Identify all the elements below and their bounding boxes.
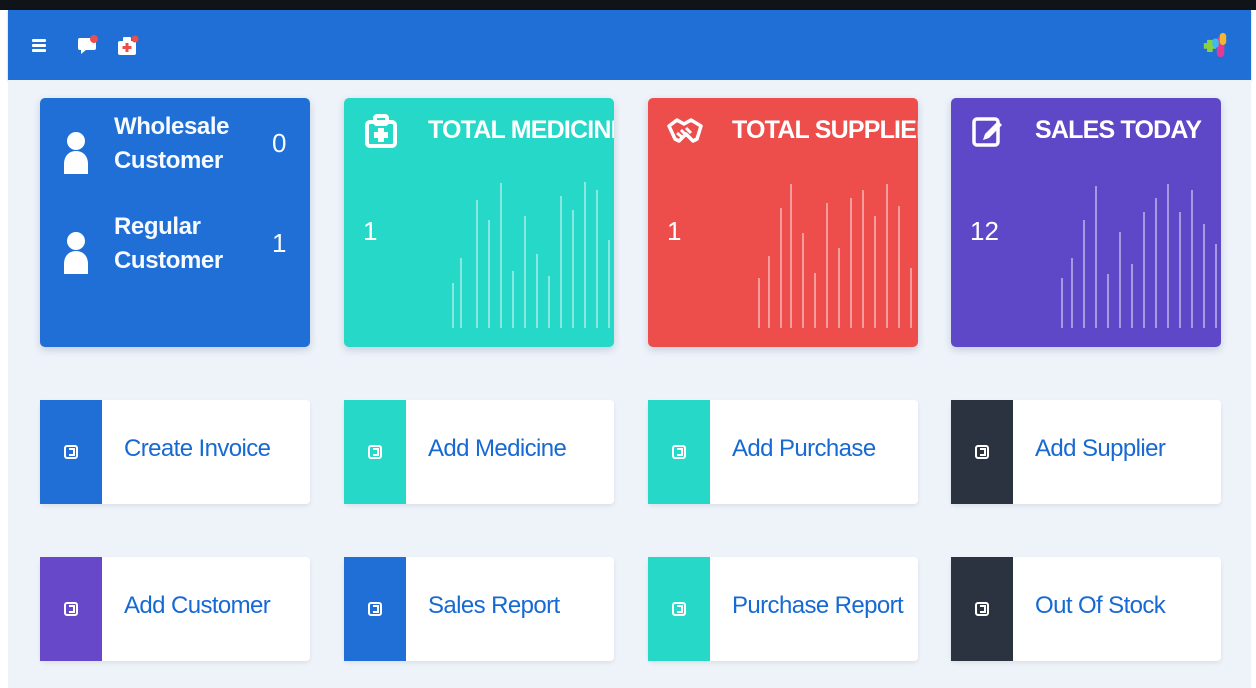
document-icon xyxy=(64,445,78,459)
first-aid-kit-icon[interactable] xyxy=(115,34,139,58)
out-of-stock-card[interactable]: Out Of Stock xyxy=(951,557,1221,661)
purchase-report-color-strip xyxy=(648,557,710,661)
user-icon xyxy=(64,232,88,274)
menu-icon[interactable] xyxy=(28,34,52,58)
top-navigation-bar xyxy=(8,10,1251,80)
add-purchase-label: Add Purchase xyxy=(732,435,876,462)
medical-brand-icon[interactable] xyxy=(1201,31,1229,59)
medicine-sparkline-bars xyxy=(452,182,610,328)
total-supplier-title: TOTAL SUPPLIER xyxy=(732,116,918,144)
add-medicine-label: Add Medicine xyxy=(428,435,567,462)
handshake-icon xyxy=(667,118,703,143)
document-icon xyxy=(368,445,382,459)
add-medicine-color-strip xyxy=(344,400,406,504)
regular-customer-count: 1 xyxy=(272,228,287,258)
chat-icon[interactable] xyxy=(76,34,100,58)
dashboard-content: Wholesale Customer 0 Regular Customer 1 … xyxy=(8,80,1251,688)
sales-today-title: SALES TODAY xyxy=(1035,116,1202,144)
add-purchase-color-strip xyxy=(648,400,710,504)
window-top-border xyxy=(0,0,1256,10)
wholesale-customer-row: Wholesale Customer 0 xyxy=(40,108,310,190)
add-customer-card[interactable]: Add Customer xyxy=(40,557,310,661)
document-icon xyxy=(975,602,989,616)
total-supplier-card[interactable]: TOTAL SUPPLIER 1 xyxy=(648,98,918,347)
add-customer-label: Add Customer xyxy=(124,592,271,619)
sales-sparkline-bars xyxy=(1061,184,1217,328)
wholesale-customer-label: Wholesale Customer xyxy=(114,113,230,174)
wholesale-customer-count: 0 xyxy=(272,128,287,158)
add-medicine-card[interactable]: Add Medicine xyxy=(344,400,614,504)
add-supplier-card[interactable]: Add Supplier xyxy=(951,400,1221,504)
edit-note-icon xyxy=(972,117,1002,147)
customer-summary-card: Wholesale Customer 0 Regular Customer 1 xyxy=(40,98,310,347)
add-customer-color-strip xyxy=(40,557,102,661)
create-invoice-card[interactable]: Create Invoice xyxy=(40,400,310,504)
create-invoice-color-strip xyxy=(40,400,102,504)
sales-today-value: 12 xyxy=(970,216,999,246)
out-of-stock-label: Out Of Stock xyxy=(1035,592,1166,619)
create-invoice-label: Create Invoice xyxy=(124,435,271,462)
add-supplier-color-strip xyxy=(951,400,1013,504)
sales-today-card[interactable]: SALES TODAY 12 xyxy=(951,98,1221,347)
add-purchase-card[interactable]: Add Purchase xyxy=(648,400,918,504)
medicine-kit-icon xyxy=(365,114,397,148)
total-medicine-value: 1 xyxy=(363,216,378,246)
regular-customer-row: Regular Customer 1 xyxy=(40,208,310,290)
total-medicine-card[interactable]: TOTAL MEDICINE 1 xyxy=(344,98,614,347)
document-icon xyxy=(672,602,686,616)
sales-report-label: Sales Report xyxy=(428,592,560,619)
out-of-stock-color-strip xyxy=(951,557,1013,661)
regular-customer-label: Regular Customer xyxy=(114,213,223,274)
document-icon xyxy=(368,602,382,616)
document-icon xyxy=(975,445,989,459)
supplier-sparkline-bars xyxy=(758,184,912,328)
purchase-report-label: Purchase Report xyxy=(732,592,904,619)
document-icon xyxy=(672,445,686,459)
purchase-report-card[interactable]: Purchase Report xyxy=(648,557,918,661)
sales-report-card[interactable]: Sales Report xyxy=(344,557,614,661)
total-medicine-title: TOTAL MEDICINE xyxy=(428,116,614,144)
sales-report-color-strip xyxy=(344,557,406,661)
user-icon xyxy=(64,132,88,174)
document-icon xyxy=(64,602,78,616)
total-supplier-value: 1 xyxy=(667,216,682,246)
add-supplier-label: Add Supplier xyxy=(1035,435,1166,462)
